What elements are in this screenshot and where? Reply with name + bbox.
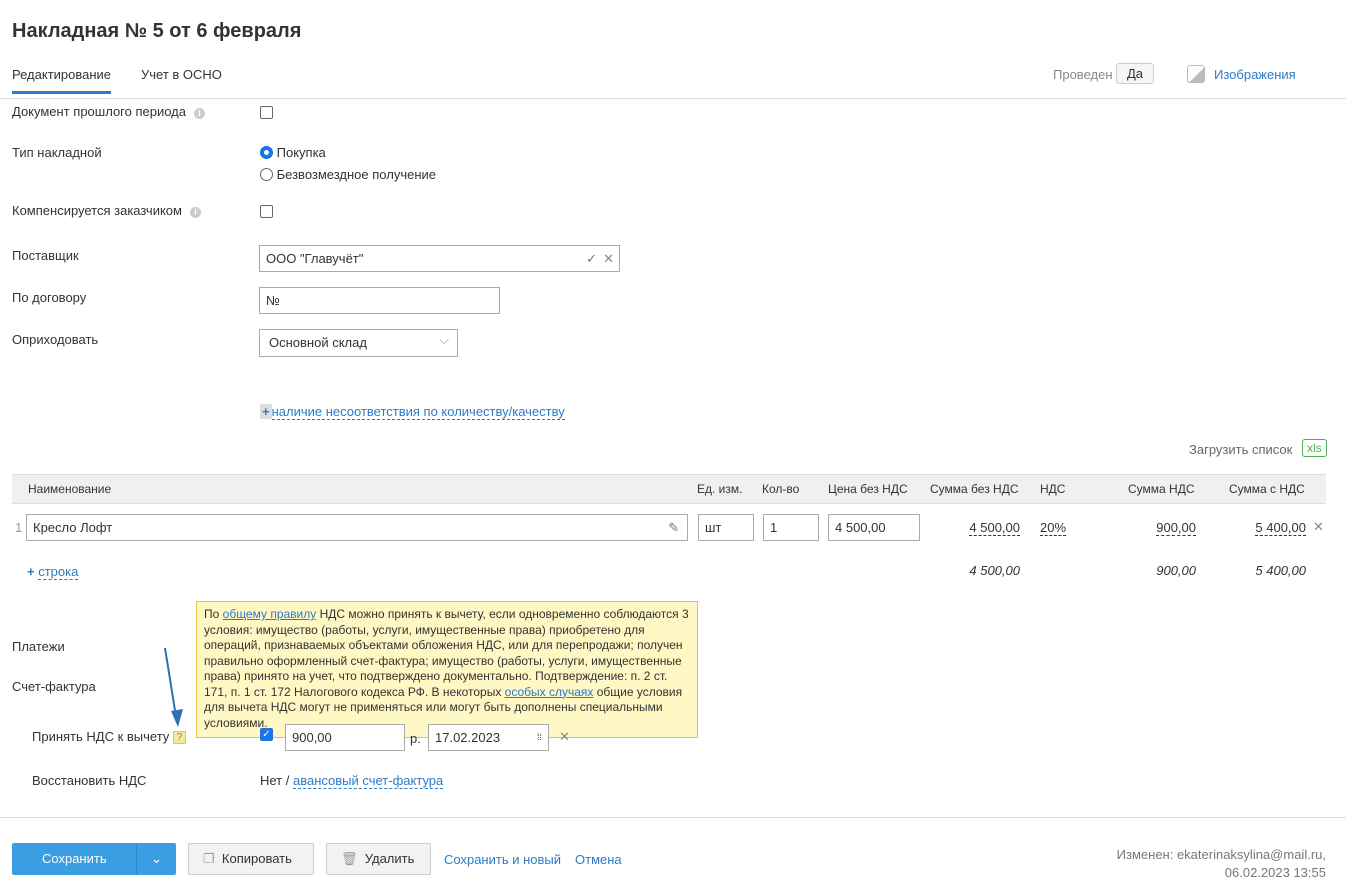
col-sum: Сумма без НДС — [930, 482, 1019, 496]
modified-info: Изменен: ekaterinaksylina@mail.ru, 06.02.… — [1116, 847, 1326, 880]
warehouse-label: Оприходовать — [12, 332, 99, 347]
radio-purchase[interactable]: Покупка — [260, 145, 326, 160]
unit-input[interactable]: шт — [698, 514, 754, 541]
col-vat-sum: Сумма НДС — [1128, 482, 1195, 496]
row-number: 1 — [15, 520, 23, 535]
vat-restore-value: Нет / авансовый счет-фактура — [260, 773, 444, 789]
posted-label: Проведен — [1053, 67, 1113, 82]
vat-deduct-label: Принять НДС к вычету ? — [32, 729, 186, 744]
row-vat-sum[interactable]: 900,00 — [1100, 520, 1196, 536]
vat-restore-label: Восстановить НДС — [32, 773, 147, 788]
col-unit: Ед. изм. — [697, 482, 743, 496]
upload-label[interactable]: Загрузить список — [1189, 442, 1292, 457]
pencil-icon[interactable]: ✎ — [668, 515, 679, 540]
compensated-label: Компенсируется заказчиком i — [12, 203, 201, 218]
chevron-down-icon[interactable]: ⌄ — [136, 843, 176, 875]
price-input[interactable]: 4 500,00 — [828, 514, 920, 541]
save-button[interactable]: Сохранить ⌄ — [12, 843, 176, 875]
col-name: Наименование — [28, 482, 112, 496]
vat-tooltip: По общему правилу НДС можно принять к вы… — [196, 601, 698, 738]
contract-input[interactable]: № — [259, 287, 500, 314]
col-price: Цена без НДС — [828, 482, 908, 496]
item-name-input[interactable]: Кресло Лофт ✎ — [26, 514, 688, 541]
images-link[interactable]: Изображения — [1214, 67, 1296, 82]
info-icon[interactable]: i — [189, 207, 201, 218]
special-cases-link[interactable]: особых случаях — [505, 685, 594, 699]
total-vat-sum: 900,00 — [1156, 563, 1196, 578]
past-period-checkbox[interactable] — [260, 106, 273, 119]
qty-input[interactable]: 1 — [763, 514, 819, 541]
tab-osno[interactable]: Учет в ОСНО — [141, 67, 222, 82]
copy-button[interactable]: ❐ Копировать — [188, 843, 314, 875]
clear-date-icon[interactable]: ✕ — [559, 729, 570, 745]
clear-icon[interactable]: ✕ — [603, 246, 614, 271]
col-vat: НДС — [1040, 482, 1066, 496]
total-sum: 4 500,00 — [969, 563, 1020, 578]
footer-divider — [0, 817, 1346, 818]
add-mismatch[interactable]: + наличие несоответствия по количеству/ка… — [260, 404, 565, 420]
page-title: Накладная № 5 от 6 февраля — [12, 20, 302, 42]
radio-free[interactable]: Безвозмездное получение — [260, 167, 436, 182]
warehouse-select[interactable]: Основной склад ⌵ — [259, 329, 458, 357]
trash-icon: 🗑 — [341, 851, 358, 866]
posted-toggle[interactable]: Да — [1116, 63, 1155, 84]
vat-deduct-checkbox[interactable]: ✓ — [260, 728, 273, 741]
payments-label: Платежи — [12, 639, 65, 654]
cancel-link[interactable]: Отмена — [575, 852, 622, 867]
vat-amount-input[interactable]: 900,00 — [285, 724, 405, 751]
advance-invoice-link[interactable]: авансовый счет-фактура — [292, 773, 444, 789]
compensated-checkbox[interactable] — [260, 205, 273, 218]
divider — [0, 98, 1346, 99]
currency-label: р. — [410, 731, 421, 746]
col-total: Сумма с НДС — [1229, 482, 1305, 496]
type-label: Тип накладной — [12, 145, 102, 160]
help-icon[interactable]: ? — [172, 731, 186, 744]
supplier-label: Поставщик — [12, 248, 79, 263]
arrow-annotation — [164, 647, 183, 727]
xls-button[interactable]: xls — [1302, 439, 1327, 457]
row-total[interactable]: 5 400,00 — [1206, 520, 1306, 536]
delete-row-icon[interactable]: ✕ — [1313, 519, 1324, 535]
col-qty: Кол-во — [762, 482, 800, 496]
past-period-label: Документ прошлого периода i — [12, 104, 205, 119]
chevron-down-icon: ⌵ — [439, 332, 449, 347]
check-icon: ✓ — [586, 251, 597, 266]
total-total: 5 400,00 — [1255, 563, 1306, 578]
plus-icon: + — [260, 404, 272, 419]
plus-icon: + — [27, 564, 35, 579]
save-and-new-link[interactable]: Сохранить и новый — [444, 852, 561, 867]
general-rule-link[interactable]: общему правилу — [223, 607, 317, 621]
supplier-input[interactable]: ООО "Главучёт" ✓ ✕ — [259, 245, 620, 272]
copy-icon: ❐ — [203, 851, 215, 866]
image-icon[interactable] — [1187, 65, 1205, 83]
vat-date-input[interactable]: 17.02.2023 ⁞⁞ — [428, 724, 549, 751]
row-sum[interactable]: 4 500,00 — [930, 520, 1020, 536]
row-vat-rate[interactable]: 20% — [1040, 520, 1067, 536]
contract-label: По договору — [12, 290, 87, 305]
delete-button[interactable]: 🗑 Удалить — [326, 843, 431, 875]
info-icon[interactable]: i — [194, 108, 205, 119]
tab-editing[interactable]: Редактирование — [12, 67, 112, 94]
invoice-label: Счет-фактура — [12, 679, 96, 694]
add-row[interactable]: + строка — [27, 564, 79, 580]
calendar-icon[interactable]: ⁞⁞ — [537, 725, 542, 750]
